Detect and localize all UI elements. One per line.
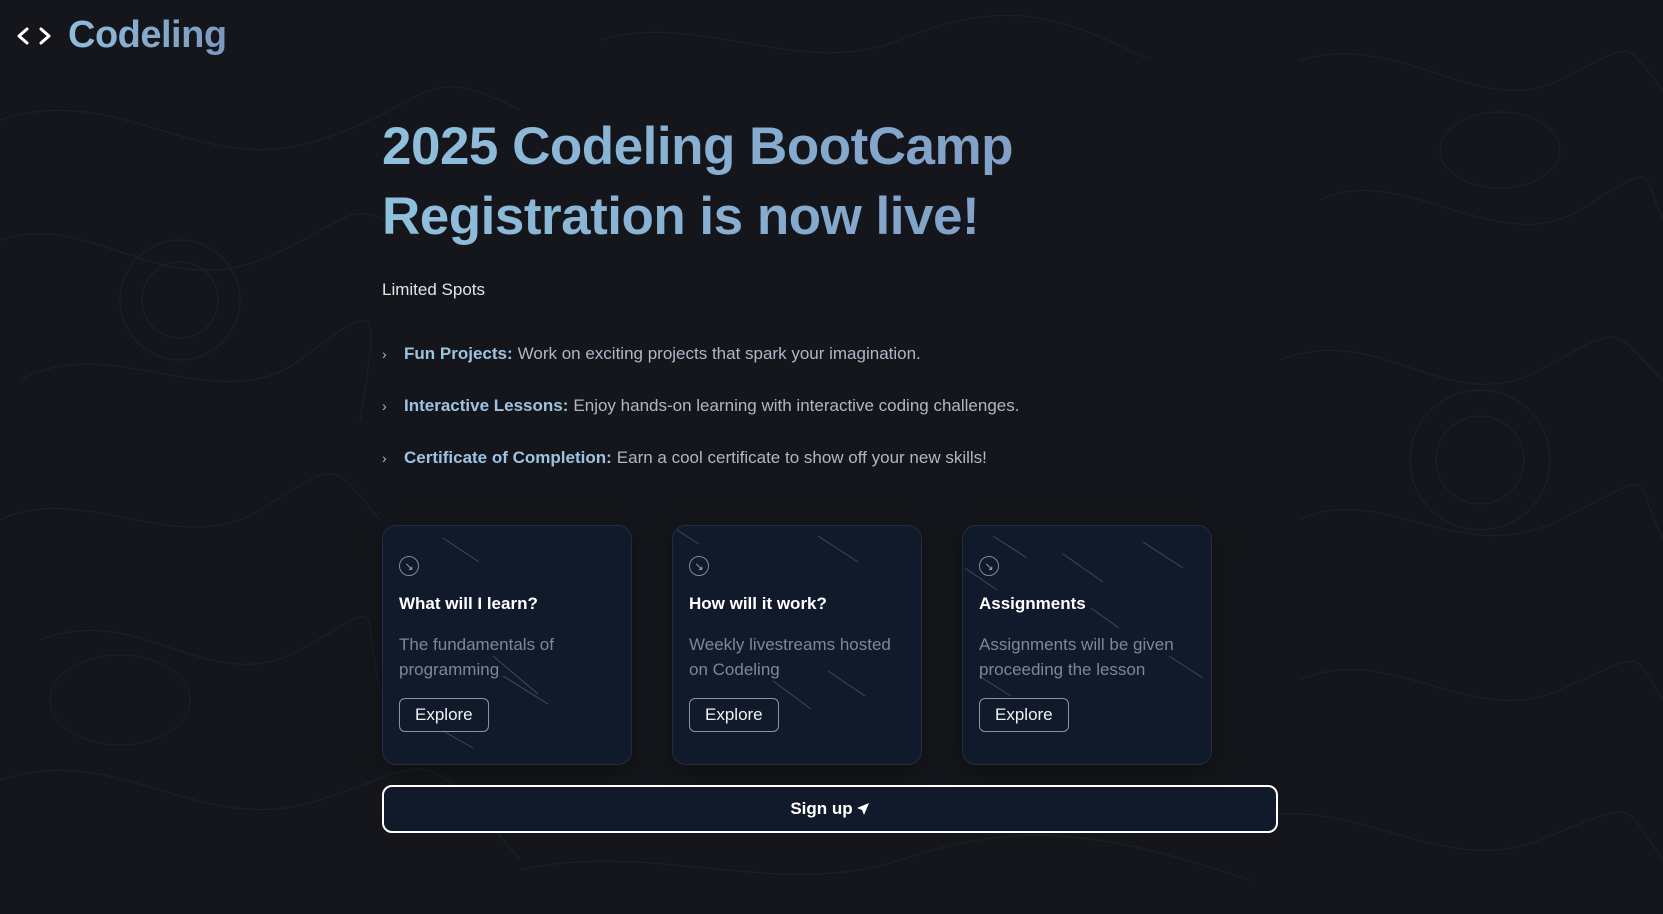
arrow-down-right-icon: ↘ <box>689 556 709 576</box>
card-description: The fundamentals of programming <box>399 635 554 679</box>
chevron-right-icon: › <box>382 346 387 362</box>
explore-button[interactable]: Explore <box>979 698 1069 732</box>
code-brackets-icon <box>17 27 51 44</box>
logo-text: Codeling <box>68 14 227 56</box>
feature-item: › Fun Projects: Work on exciting project… <box>382 328 1282 380</box>
feature-label: Certificate of Completion: <box>404 448 612 467</box>
hero-title-line-2: Registration is now live! <box>382 187 980 246</box>
card-description: Assignments will be given proceeding the… <box>979 635 1174 679</box>
hero-title-line-1: 2025 Codeling BootCamp <box>382 117 1013 176</box>
chevron-right-icon: › <box>382 398 387 414</box>
card-how-will-it-work: ↘ How will it work? Weekly livestreams h… <box>672 525 922 765</box>
card-title: How will it work? <box>689 594 827 613</box>
feature-text: Enjoy hands-on learning with interactive… <box>573 396 1020 415</box>
chevron-right-icon: › <box>382 450 387 466</box>
feature-label: Interactive Lessons: <box>404 396 569 415</box>
feature-list: › Fun Projects: Work on exciting project… <box>382 328 1282 484</box>
arrow-down-right-icon: ↘ <box>979 556 999 576</box>
brand-logo[interactable]: Codeling <box>16 14 227 57</box>
feature-text: Earn a cool certificate to show off your… <box>616 448 987 467</box>
hero-subtitle: Limited Spots <box>382 280 485 299</box>
feature-item: › Interactive Lessons: Enjoy hands-on le… <box>382 380 1282 432</box>
explore-button[interactable]: Explore <box>399 698 489 732</box>
feature-label: Fun Projects: <box>404 344 513 363</box>
arrow-down-right-icon: ↘ <box>399 556 419 576</box>
info-cards: ↘ What will I learn? The fundamentals of… <box>382 525 1212 765</box>
card-description: Weekly livestreams hosted on Codeling <box>689 635 891 679</box>
send-arrow-icon <box>856 803 869 815</box>
hero-section: 2025 Codeling BootCamp Registration is n… <box>382 112 1282 484</box>
feature-text: Work on exciting projects that spark you… <box>517 344 921 363</box>
card-what-will-i-learn: ↘ What will I learn? The fundamentals of… <box>382 525 632 765</box>
explore-button[interactable]: Explore <box>689 698 779 732</box>
card-title: Assignments <box>979 594 1086 613</box>
sign-up-label: Sign up <box>790 799 853 818</box>
card-assignments: ↘ Assignments Assignments will be given … <box>962 525 1212 765</box>
card-title: What will I learn? <box>399 594 538 613</box>
feature-item: › Certificate of Completion: Earn a cool… <box>382 432 1282 484</box>
sign-up-button[interactable]: Sign up <box>382 785 1278 833</box>
hero-title: 2025 Codeling BootCamp Registration is n… <box>382 112 1282 252</box>
